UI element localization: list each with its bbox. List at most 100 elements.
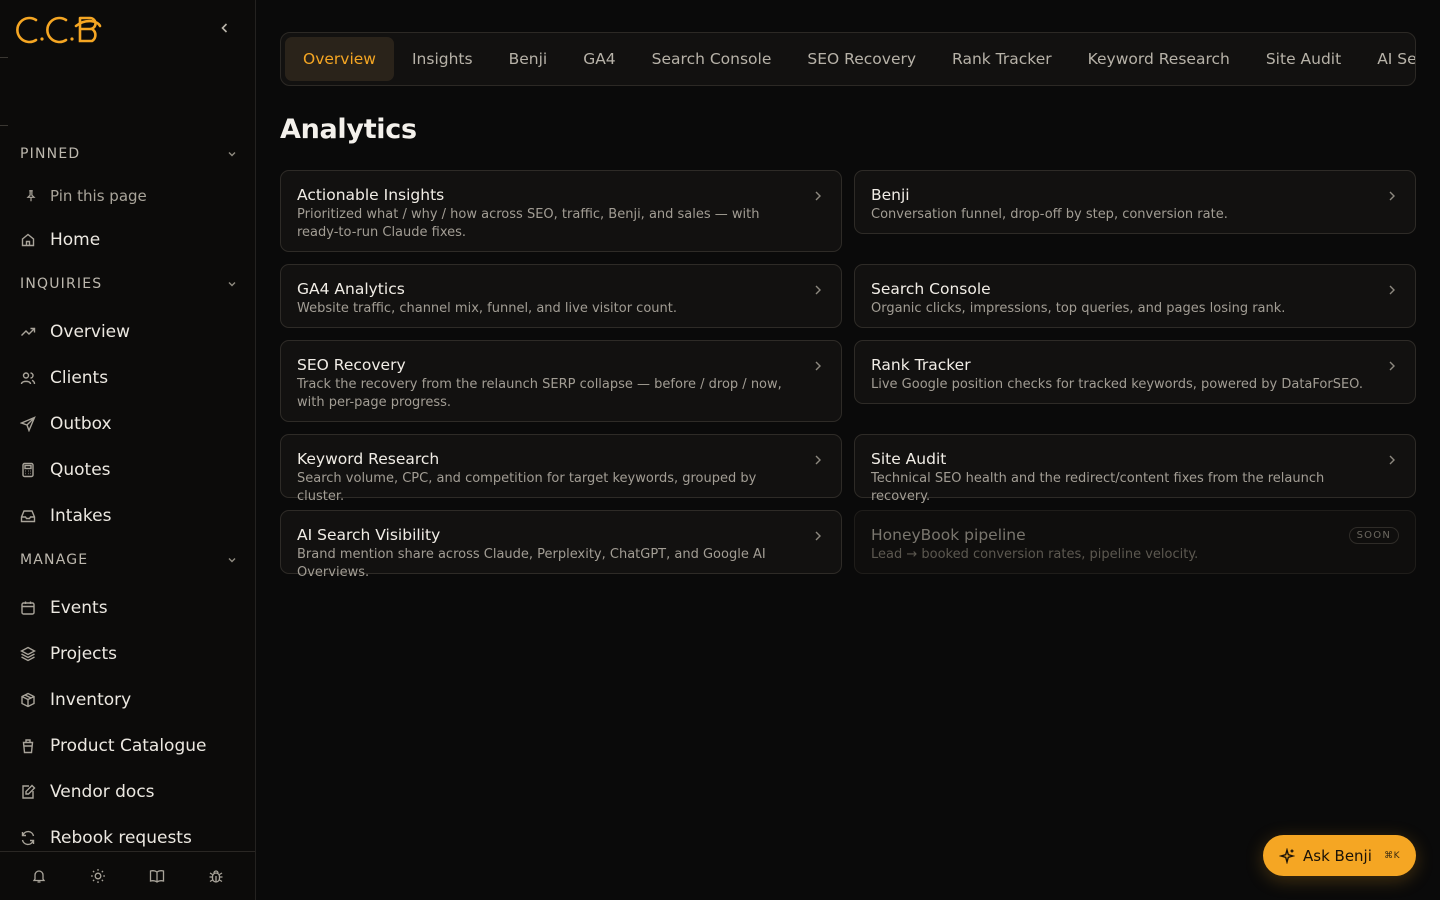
sidebar: PINNED Pin this page Home INQUIRIES Over… [0,0,256,900]
card-honeybook-pipeline: HoneyBook pipeline Lead → booked convers… [854,510,1416,574]
sidebar-item-outbox[interactable]: Outbox [20,407,240,441]
sidebar-item-label: Intakes [50,506,112,526]
pin-this-page[interactable]: Pin this page [24,179,244,213]
sidebar-item-label: Events [50,598,108,618]
card-title: Rank Tracker [871,356,971,374]
sidebar-item-quotes[interactable]: Quotes [20,453,240,487]
card-title: AI Search Visibility [297,526,441,544]
soon-badge: SOON [1348,527,1399,544]
chevron-right-icon [815,285,821,295]
tab-seo-recovery[interactable]: SEO Recovery [789,37,934,81]
sidebar-item-product-catalogue[interactable]: Product Catalogue [20,729,240,763]
card-title: Search Console [871,280,991,298]
tab-search-console[interactable]: Search Console [634,37,790,81]
card-description: Search volume, CPC, and competition for … [297,471,757,504]
sidebar-item-vendor-docs[interactable]: Vendor docs [20,775,240,809]
calculator-icon [22,462,34,478]
section-manage[interactable]: MANAGE [20,552,238,568]
calendar-icon [21,601,35,615]
card-seo-recovery[interactable]: SEO Recovery Track the recovery from the… [280,340,842,422]
divider [0,57,8,58]
ask-benji-button[interactable]: Ask Benji ⌘K [1263,835,1416,876]
collapse-sidebar-button[interactable] [216,18,234,38]
bell-icon[interactable] [31,868,47,884]
card-description: Live Google position checks for tracked … [871,377,1364,392]
layers-icon [20,646,36,662]
chevron-right-icon [1389,361,1395,371]
sidebar-item-inventory[interactable]: Inventory [20,683,240,717]
tab-benji[interactable]: Benji [491,37,566,81]
card-description: Conversation funnel, drop-off by step, c… [871,207,1228,222]
chevron-right-icon [1389,455,1395,465]
trend-icon [21,327,36,336]
card-ga4-analytics[interactable]: GA4 Analytics Website traffic, channel m… [280,264,842,328]
sidebar-item-label: Quotes [50,460,111,480]
card-search-console[interactable]: Search Console Organic clicks, impressio… [854,264,1416,328]
section-pinned[interactable]: PINNED [20,146,238,162]
sidebar-item-clients[interactable]: Clients [20,361,240,395]
card-description: Organic clicks, impressions, top queries… [871,301,1286,316]
analytics-tabs: Overview Insights Benji GA4 Search Conso… [280,32,1416,86]
card-title: Actionable Insights [297,186,445,204]
chevron-right-icon [815,531,821,541]
sparkle-icon [1279,847,1295,864]
card-keyword-research[interactable]: Keyword Research Search volume, CPC, and… [280,434,842,504]
chevron-down-icon [228,282,236,287]
book-icon[interactable] [149,868,165,884]
card-title: HoneyBook pipeline [871,526,1026,544]
keyboard-shortcut: ⌘K [1384,850,1400,861]
ccb-logo[interactable] [16,12,104,46]
chevron-right-icon [1389,191,1395,201]
card-description: Prioritized what / why / how across SEO,… [297,207,760,240]
card-description: Technical SEO health and the redirect/co… [871,471,1325,504]
tab-overview[interactable]: Overview [285,37,394,81]
sidebar-item-events[interactable]: Events [20,591,240,625]
tab-rank-tracker[interactable]: Rank Tracker [934,37,1070,81]
card-ai-search-visibility[interactable]: AI Search Visibility Brand mention share… [280,510,842,580]
chevron-right-icon [815,191,821,201]
chevron-left-icon [221,23,228,33]
card-description: Website traffic, channel mix, funnel, an… [297,301,677,316]
card-description: Brand mention share across Claude, Perpl… [297,547,766,580]
card-site-audit[interactable]: Site Audit Technical SEO health and the … [854,434,1416,504]
chevron-down-icon [228,152,236,157]
sidebar-item-label: Outbox [50,414,112,434]
card-benji[interactable]: Benji Conversation funnel, drop-off by s… [854,170,1416,234]
chevron-right-icon [1389,285,1395,295]
chevron-right-icon [815,361,821,371]
card-title: SEO Recovery [297,356,406,374]
sidebar-item-label: Vendor docs [50,782,155,802]
chevron-right-icon [815,455,821,465]
sun-icon[interactable] [90,868,106,884]
tab-insights[interactable]: Insights [394,37,491,81]
card-description: Track the recovery from the relaunch SER… [297,377,782,410]
pin-icon [26,190,36,202]
tab-site-audit[interactable]: Site Audit [1248,37,1359,81]
page-title: Analytics [280,114,417,145]
card-title: Keyword Research [297,450,440,468]
tab-keyword-research[interactable]: Keyword Research [1070,37,1248,81]
sidebar-item-label: Overview [50,322,131,342]
cup-icon [22,739,34,754]
section-inquiries[interactable]: INQUIRIES [20,276,238,292]
sidebar-item-intakes[interactable]: Intakes [20,499,240,533]
section-label: MANAGE [20,552,89,568]
card-rank-tracker[interactable]: Rank Tracker Live Google position checks… [854,340,1416,404]
sidebar-item-overview[interactable]: Overview [20,315,240,349]
section-label: PINNED [20,146,81,162]
card-actionable-insights[interactable]: Actionable Insights Prioritized what / w… [280,170,842,252]
ask-benji-label: Ask Benji [1303,846,1372,865]
bug-icon[interactable] [208,868,224,884]
sidebar-item-projects[interactable]: Projects [20,637,240,671]
card-description: Lead → booked conversion rates, pipeline… [871,547,1199,562]
box-icon [21,692,35,708]
sidebar-item-rebook-requests[interactable]: Rebook requests [20,821,240,855]
sidebar-item-home[interactable]: Home [20,223,240,257]
sidebar-item-label: Inventory [50,690,132,710]
sidebar-item-label: Rebook requests [50,828,192,848]
sidebar-item-label: Product Catalogue [50,736,207,756]
tab-ai-search-visibility[interactable]: AI Search Visibility [1359,37,1415,81]
users-icon [20,372,36,385]
tab-ga4[interactable]: GA4 [565,37,633,81]
pin-label: Pin this page [50,187,147,205]
